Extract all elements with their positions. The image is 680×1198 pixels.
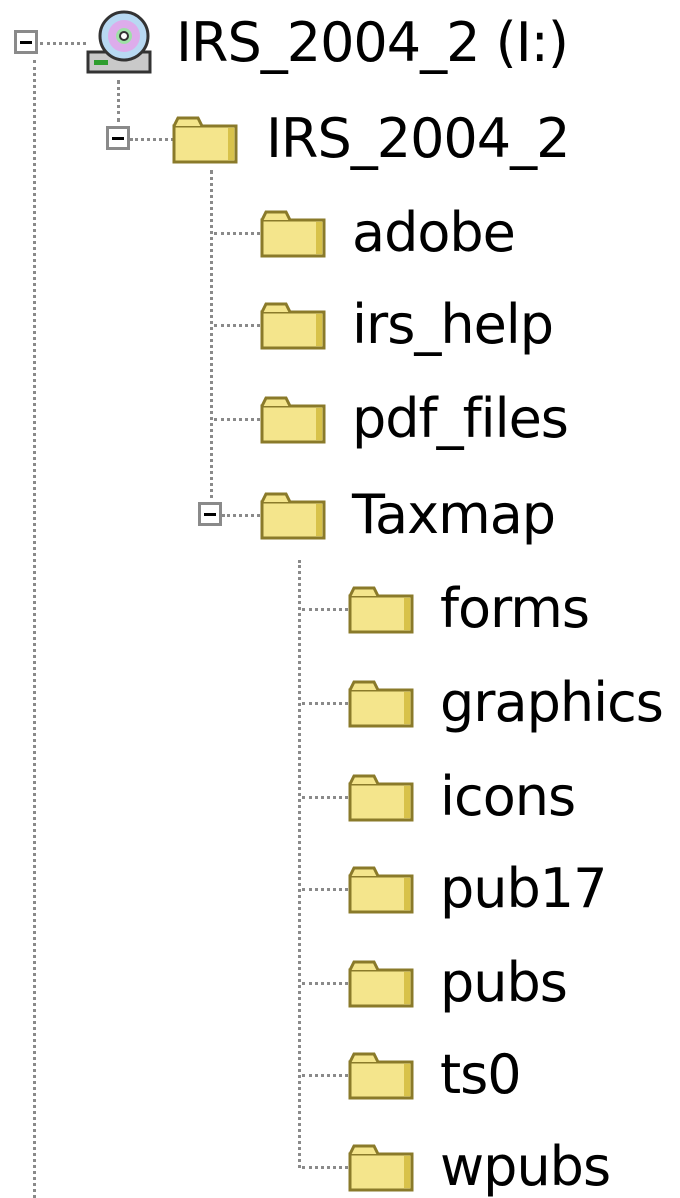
folder-tree: IRS_2004_2 (I:) IRS_2004_2 adobe irs_hel… xyxy=(0,0,680,1198)
folder-label-pubs[interactable]: pubs xyxy=(440,948,568,1018)
tree-connector xyxy=(214,418,260,421)
folder-icon xyxy=(260,394,326,444)
tree-connector xyxy=(222,514,260,517)
tree-connector xyxy=(302,608,348,611)
collapse-toggle-root-folder[interactable] xyxy=(106,126,130,150)
tree-connector xyxy=(40,42,86,45)
folder-label-forms[interactable]: forms xyxy=(440,574,590,644)
tree-connector xyxy=(302,982,348,985)
folder-icon xyxy=(348,1142,414,1192)
folder-label-pub17[interactable]: pub17 xyxy=(440,854,607,924)
tree-connector xyxy=(302,1166,348,1169)
folder-icon xyxy=(348,772,414,822)
tree-connector xyxy=(214,324,260,327)
folder-icon xyxy=(260,490,326,540)
folder-label-icons[interactable]: icons xyxy=(440,762,576,832)
folder-icon xyxy=(172,114,238,164)
collapse-toggle-taxmap[interactable] xyxy=(198,502,222,526)
folder-icon xyxy=(348,958,414,1008)
drive-label[interactable]: IRS_2004_2 (I:) xyxy=(176,8,569,78)
tree-connector xyxy=(117,80,120,122)
tree-connector xyxy=(302,888,348,891)
folder-label-taxmap[interactable]: Taxmap xyxy=(352,480,556,550)
tree-connector xyxy=(298,560,301,1168)
folder-label-irs-help[interactable]: irs_help xyxy=(352,290,554,360)
folder-label-graphics[interactable]: graphics xyxy=(440,668,664,738)
folder-label-pdf-files[interactable]: pdf_files xyxy=(352,384,569,454)
folder-label-ts0[interactable]: ts0 xyxy=(440,1040,522,1110)
tree-connector xyxy=(302,1074,348,1077)
collapse-toggle-drive[interactable] xyxy=(14,30,38,54)
folder-icon xyxy=(348,864,414,914)
tree-connector xyxy=(210,170,213,506)
folder-icon xyxy=(348,1050,414,1100)
root-folder-label[interactable]: IRS_2004_2 xyxy=(266,104,571,174)
folder-icon xyxy=(348,584,414,634)
tree-connector xyxy=(302,796,348,799)
tree-connector xyxy=(302,702,348,705)
folder-icon xyxy=(260,208,326,258)
tree-connector xyxy=(214,232,260,235)
folder-label-wpubs[interactable]: wpubs xyxy=(440,1132,611,1198)
tree-connector xyxy=(33,60,36,1198)
folder-icon xyxy=(348,678,414,728)
cd-drive-icon xyxy=(84,8,154,78)
tree-connector xyxy=(130,138,174,141)
folder-icon xyxy=(260,300,326,350)
folder-label-adobe[interactable]: adobe xyxy=(352,198,516,268)
